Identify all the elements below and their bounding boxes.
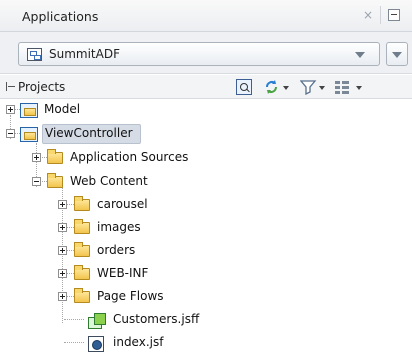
tree-node-images[interactable]: images bbox=[0, 218, 412, 238]
tree-node-carousel[interactable]: carousel bbox=[0, 195, 412, 215]
chevron-down-icon bbox=[355, 52, 365, 58]
application-icon bbox=[27, 48, 42, 61]
tree-node-customers-jsff[interactable]: Customers.jsff bbox=[0, 310, 412, 330]
tree-node-label: orders bbox=[97, 243, 136, 257]
layout-icon[interactable] bbox=[334, 79, 364, 95]
project-folder-icon bbox=[20, 103, 38, 118]
tree-node-label: Web Content bbox=[70, 174, 148, 188]
tree-node-orders[interactable]: orders bbox=[0, 241, 412, 261]
jsff-file-icon bbox=[88, 313, 106, 329]
minimize-icon[interactable] bbox=[388, 9, 400, 21]
header-separator bbox=[380, 6, 381, 24]
close-icon[interactable]: × bbox=[361, 8, 375, 22]
tree-node-label: Application Sources bbox=[70, 150, 189, 164]
tree-node-index-jsf[interactable]: index.jsf bbox=[0, 333, 412, 353]
expand-toggle[interactable] bbox=[58, 223, 67, 232]
folder-icon bbox=[47, 173, 63, 188]
window-title: Applications bbox=[22, 9, 99, 24]
tree-node-label: Customers.jsff bbox=[113, 312, 200, 326]
application-menu-button[interactable] bbox=[386, 42, 408, 66]
tree-node-label: WEB-INF bbox=[97, 266, 149, 280]
tree-node-label: Model bbox=[44, 102, 81, 116]
folder-icon bbox=[74, 196, 90, 211]
expand-toggle[interactable] bbox=[58, 269, 67, 278]
tree-node-web-inf[interactable]: WEB-INF bbox=[0, 264, 412, 284]
tree-node-viewcontroller[interactable]: ViewController bbox=[0, 124, 412, 144]
expand-toggle[interactable] bbox=[58, 246, 67, 255]
dropdown-arrow-icon bbox=[356, 86, 362, 90]
expand-toggle[interactable] bbox=[58, 292, 67, 301]
tree-node-label: index.jsf bbox=[113, 335, 164, 349]
applications-window-header: Applications × bbox=[0, 0, 412, 32]
projects-title: Projects bbox=[18, 80, 66, 94]
folder-icon bbox=[74, 265, 90, 280]
tree-node-label: images bbox=[97, 220, 141, 234]
folder-icon bbox=[74, 219, 90, 234]
tree-node-label: carousel bbox=[97, 197, 148, 211]
collapse-toggle[interactable] bbox=[32, 177, 41, 186]
tree-node-label: Page Flows bbox=[97, 289, 164, 303]
application-selector-row: SummitADF bbox=[0, 32, 412, 74]
dropdown-arrow-icon bbox=[319, 86, 325, 90]
expand-toggle[interactable] bbox=[32, 153, 41, 162]
collapse-projects-icon[interactable] bbox=[6, 82, 15, 91]
folder-icon bbox=[47, 149, 63, 164]
tree-node-application-sources[interactable]: Application Sources bbox=[0, 148, 412, 168]
dropdown-arrow-icon bbox=[283, 86, 289, 90]
project-folder-icon bbox=[20, 127, 38, 142]
application-dropdown[interactable]: SummitADF bbox=[18, 42, 380, 66]
folder-icon bbox=[74, 288, 90, 303]
find-icon[interactable] bbox=[236, 79, 252, 95]
folder-icon bbox=[74, 242, 90, 257]
jsf-file-icon bbox=[88, 336, 104, 352]
tree-node-page-flows[interactable]: Page Flows bbox=[0, 287, 412, 307]
tree-node-web-content[interactable]: Web Content bbox=[0, 172, 412, 192]
expand-toggle[interactable] bbox=[58, 200, 67, 209]
expand-toggle[interactable] bbox=[6, 105, 15, 114]
projects-panel-header: Projects bbox=[0, 75, 412, 99]
tree-node-model[interactable]: Model bbox=[0, 100, 412, 120]
sync-icon[interactable] bbox=[264, 79, 292, 95]
collapse-toggle[interactable] bbox=[6, 129, 15, 138]
tree-node-label: ViewController bbox=[45, 126, 133, 140]
filter-icon[interactable] bbox=[299, 79, 328, 96]
selected-application: SummitADF bbox=[49, 47, 120, 61]
projects-tree: Model ViewController Application Sources… bbox=[0, 99, 412, 360]
